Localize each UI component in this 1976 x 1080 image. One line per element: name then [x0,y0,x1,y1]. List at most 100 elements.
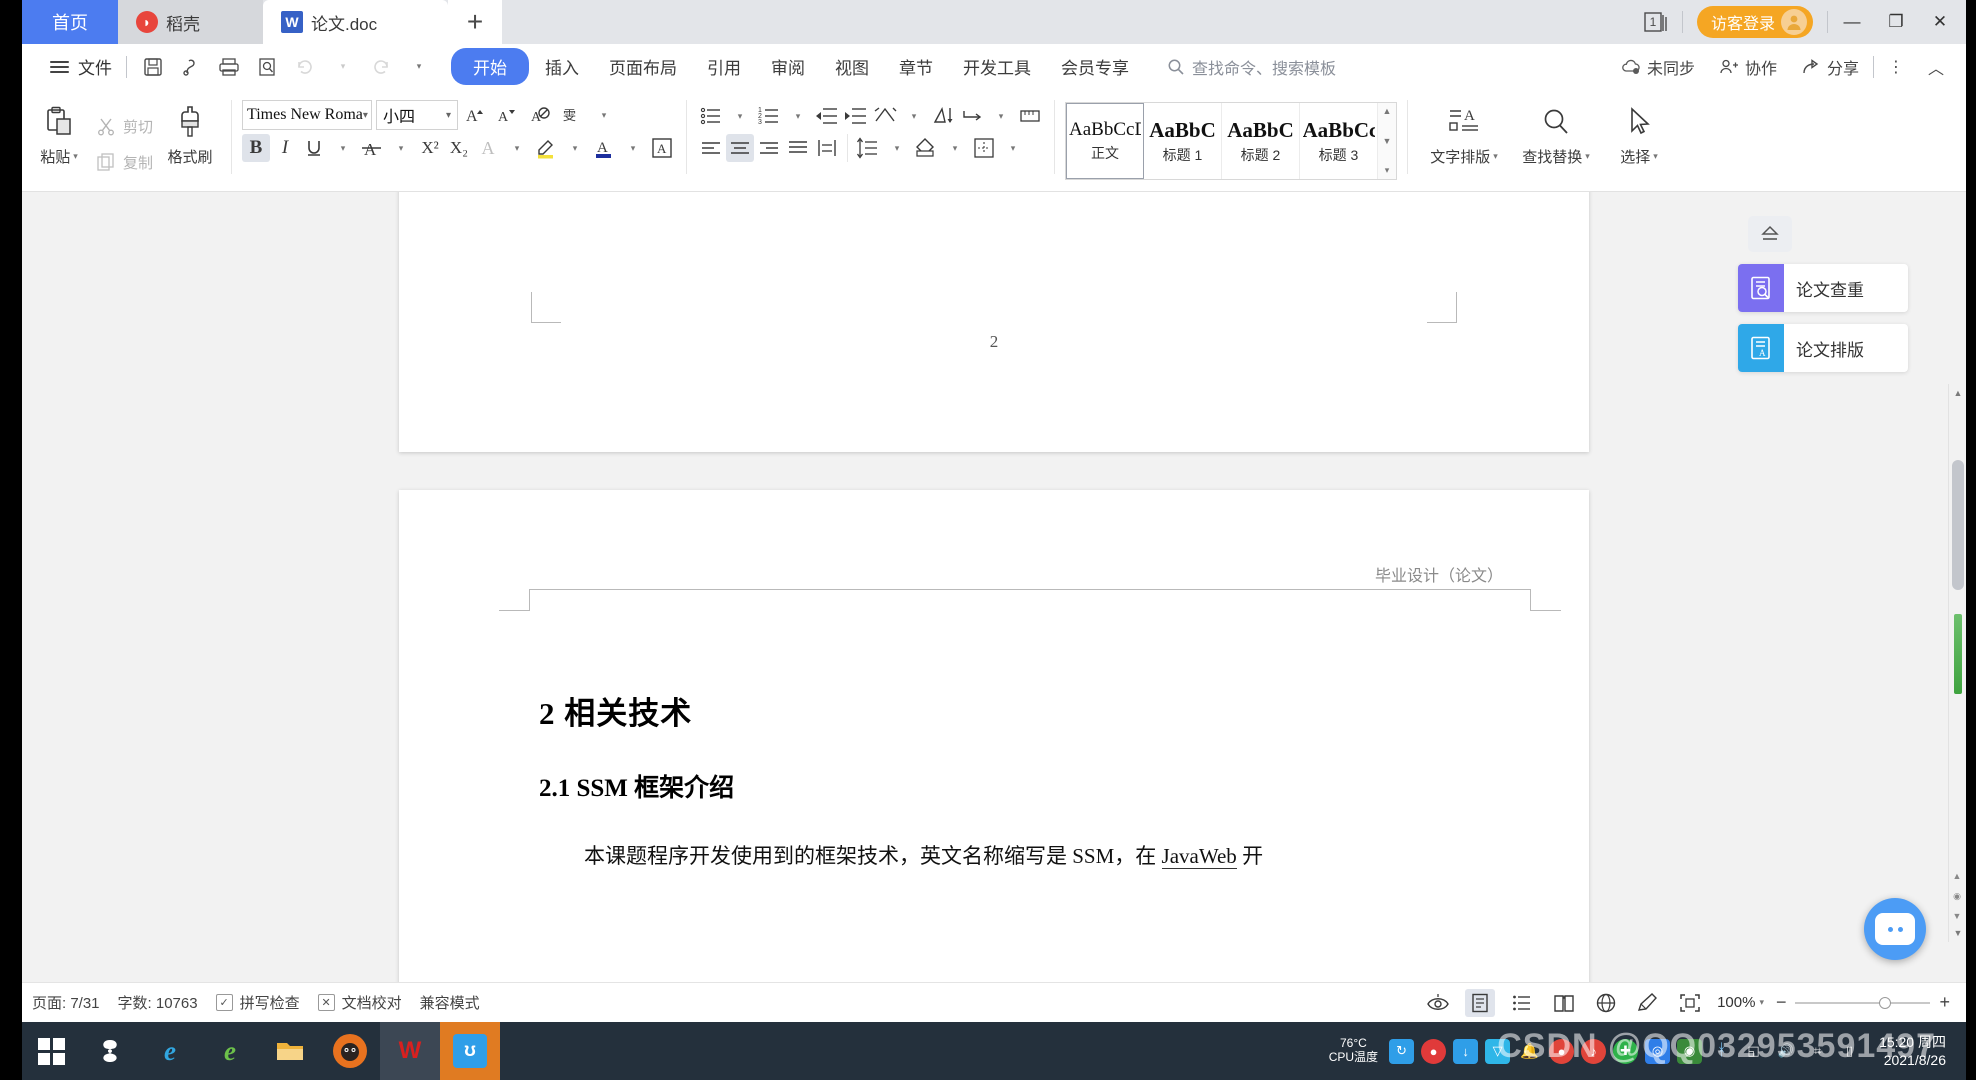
close-button[interactable]: ✕ [1920,0,1960,44]
underline-button[interactable] [300,134,328,162]
zoom-slider-track[interactable] [1795,996,1931,1009]
document-page-previous[interactable]: 2 [399,192,1589,452]
style-item-heading2[interactable]: AaBbC 标题 2 [1222,103,1301,179]
shading-button[interactable] [912,134,940,162]
taskbar-app-sogou[interactable] [80,1022,140,1080]
collaborate-button[interactable]: 协作 [1709,51,1787,83]
document-page-current[interactable]: 毕业设计（论文） 2 相关技术 2.1 SSM 框架介绍 本课题程序开发使用到的… [399,490,1589,982]
underline-caret-icon[interactable]: ▾ [329,134,357,162]
show-marks-button[interactable] [958,102,986,130]
tab-docer[interactable]: ◗ 稻壳 [118,0,263,44]
zoom-slider[interactable]: − + [1776,992,1950,1013]
style-scroll-down-icon[interactable]: ▼ [1383,136,1392,146]
text-layout-caret-icon[interactable]: ▾ [1493,151,1498,162]
task-panel-item-paper-layout[interactable]: A 论文排版 [1738,324,1908,372]
tray-icon-update[interactable]: ↻ [1389,1038,1415,1064]
highlight-caret-icon[interactable]: ▾ [561,134,589,162]
line-break-caret-icon[interactable]: ▾ [900,102,928,130]
taskbar-app-ie[interactable]: e [140,1022,200,1080]
new-tab-button[interactable]: + [448,0,502,44]
word-count-indicator[interactable]: 字数: 10763 [118,992,198,1013]
tray-icon-plus[interactable]: ✚ [1613,1038,1639,1064]
customize-quick-access-icon[interactable]: ▾ [401,50,437,84]
ribbon-tab-section[interactable]: 章节 [885,48,947,85]
highlight-button[interactable] [532,134,560,162]
ribbon-tab-developer[interactable]: 开发工具 [949,48,1045,85]
select-button[interactable]: 选择 ▾ [1602,94,1676,186]
web-layout-icon[interactable] [1591,989,1621,1017]
taskbar-app-thunder[interactable]: ʊ [440,1022,500,1080]
subscript-button[interactable]: X₂ [445,134,473,162]
font-color-button[interactable]: A [590,134,618,162]
numbering-button[interactable]: 123 [755,102,783,130]
start-button[interactable] [22,1022,80,1080]
tray-icon-volume[interactable]: 🔊 [1773,1039,1798,1064]
shrink-font-icon[interactable]: A [494,101,522,129]
strikethrough-caret-icon[interactable]: ▾ [387,134,415,162]
grow-font-icon[interactable]: A [462,101,490,129]
tab-document[interactable]: W 论文.doc [263,0,448,44]
bullets-button[interactable] [697,102,725,130]
ribbon-tab-page-layout[interactable]: 页面布局 [595,48,691,85]
next-page-button[interactable]: ▼ [1949,908,1965,924]
style-item-heading1[interactable]: AaBbC 标题 1 [1144,103,1223,179]
italic-button[interactable]: I [271,134,299,162]
tab-home[interactable]: 首页 [22,0,118,44]
undo-icon[interactable] [287,50,323,84]
style-more-icon[interactable]: ▾ [1385,165,1390,176]
cpu-temperature-widget[interactable]: 76°C CPU温度 [1329,1036,1378,1065]
find-replace-button[interactable]: 查找替换 ▾ [1510,94,1602,186]
text-layout-button[interactable]: A 文字排版 ▾ [1418,94,1510,186]
increase-indent-button[interactable] [842,102,870,130]
assistant-chat-button[interactable] [1864,898,1926,960]
bullets-caret-icon[interactable]: ▾ [726,102,754,130]
tray-icon-shield[interactable]: ▽ [1485,1038,1511,1064]
style-scroll-up-icon[interactable]: ▲ [1383,106,1392,116]
tray-icon-network[interactable]: ⌗ [1805,1039,1830,1064]
zoom-caret-icon[interactable]: ▾ [1759,997,1764,1008]
style-item-heading3[interactable]: AaBbCc 标题 3 [1300,103,1379,179]
print-preview-icon[interactable] [249,50,285,84]
collapse-ribbon-button[interactable]: ︿ [1918,50,1954,84]
task-panel-item-paper-check[interactable]: 论文查重 [1738,264,1908,312]
zoom-level-button[interactable]: 100% ▾ [1717,994,1764,1011]
task-panel-collapse-button[interactable] [1748,216,1792,252]
text-effects-button[interactable]: A [474,134,502,162]
proofread-toggle[interactable]: ✕ 文档校对 [317,992,402,1013]
ruler-grid-button[interactable] [1016,102,1044,130]
text-effects-caret-icon[interactable]: ▾ [503,134,531,162]
maximize-button[interactable]: ❐ [1876,0,1916,44]
font-size-caret-icon[interactable]: ▾ [446,110,451,121]
tray-icon-qq[interactable]: ● [1549,1038,1575,1064]
tray-icon-qq-music[interactable]: ♪ [1581,1038,1607,1064]
vertical-scrollbar[interactable]: ▲ ▲ ◉ ▼ ▼ [1948,384,1966,942]
taskbar-app-firefox[interactable] [320,1022,380,1080]
paste-button[interactable]: 粘贴 ▾ [28,94,90,186]
undo-caret-icon[interactable]: ▾ [325,50,361,84]
tray-icon-show-hidden[interactable]: ◱ [1741,1039,1766,1064]
ribbon-tab-view[interactable]: 视图 [821,48,883,85]
pinyin-caret-icon[interactable]: ▾ [590,101,618,129]
style-item-body[interactable]: AaBbCcD 正文 [1066,103,1145,179]
save-icon[interactable] [135,50,171,84]
font-size-combobox[interactable]: 小四 ▾ [376,100,459,130]
numbering-caret-icon[interactable]: ▾ [784,102,812,130]
fit-page-icon[interactable] [1675,989,1705,1017]
zoom-out-button[interactable]: − [1776,992,1787,1013]
sync-status-button[interactable]: 未同步 [1611,51,1705,83]
bold-button[interactable]: B [242,134,271,162]
ribbon-tab-start[interactable]: 开始 [451,48,529,85]
taskbar-app-file-explorer[interactable] [260,1022,320,1080]
align-left-button[interactable] [697,134,725,162]
guest-login-button[interactable]: 访客登录 [1696,6,1813,38]
file-menu-button[interactable]: 文件 [38,50,124,84]
strikethrough-button[interactable]: A [358,134,386,162]
pinyin-guide-icon[interactable]: 雯 [558,101,586,129]
tray-icon-antivirus[interactable]: ● [1421,1038,1447,1064]
find-replace-caret-icon[interactable]: ▾ [1585,151,1590,162]
tray-icon-settings[interactable]: ◎ [1645,1038,1671,1064]
scroll-down-arrow-icon[interactable]: ▼ [1949,924,1966,942]
print-layout-icon[interactable] [1465,988,1496,1017]
font-family-combobox[interactable]: Times New Roma ▾ [242,100,373,130]
zoom-in-button[interactable]: + [1939,992,1950,1013]
